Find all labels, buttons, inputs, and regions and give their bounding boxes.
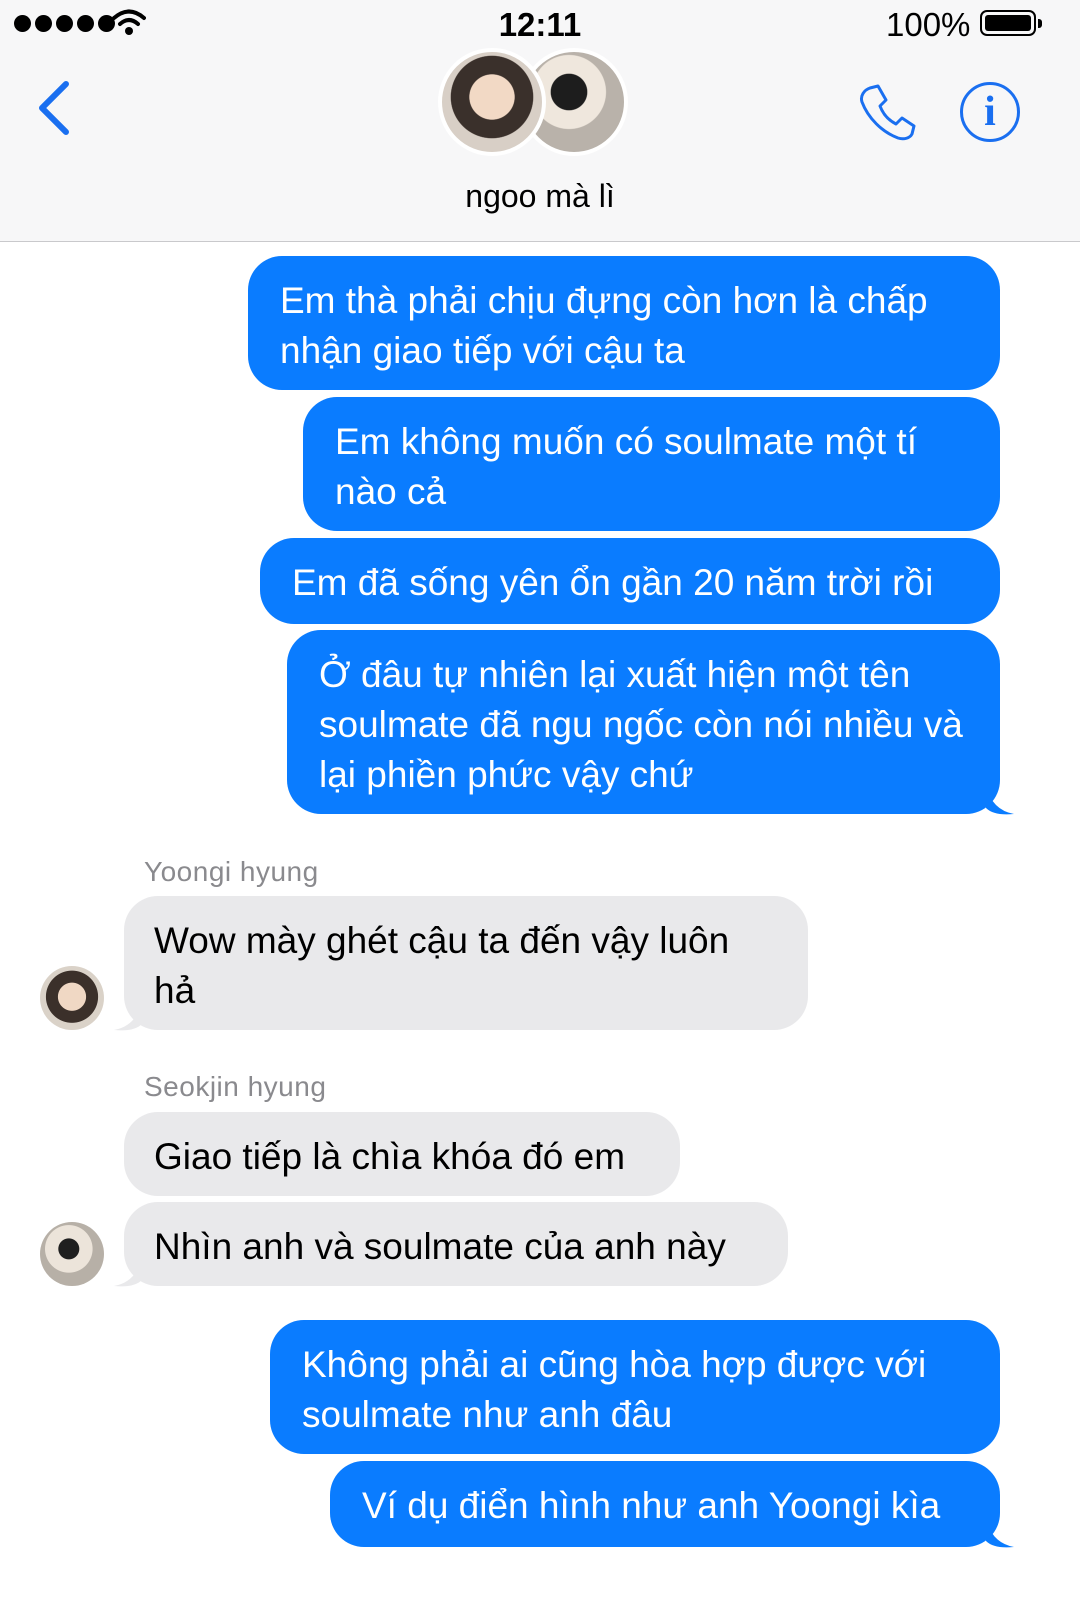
bubble-tail bbox=[114, 1002, 142, 1031]
battery-icon bbox=[980, 10, 1042, 36]
bubble-tail bbox=[114, 1258, 142, 1287]
incoming-message[interactable]: Giao tiếp là chìa khóa đó em bbox=[124, 1112, 680, 1196]
outgoing-message[interactable]: Em không muốn có soulmate một tí nào cả bbox=[303, 397, 1000, 531]
phone-icon[interactable] bbox=[856, 82, 918, 144]
outgoing-message[interactable]: Em đã sống yên ổn gần 20 năm trời rồi bbox=[260, 538, 1000, 624]
incoming-message[interactable]: Nhìn anh và soulmate của anh này bbox=[124, 1202, 788, 1286]
sender-name: Yoongi hyung bbox=[144, 856, 319, 887]
group-name[interactable]: ngoo mà lì bbox=[0, 178, 1080, 215]
battery-percent: 100% bbox=[886, 6, 971, 43]
outgoing-message[interactable]: Không phải ai cũng hòa hợp được với soul… bbox=[270, 1320, 1000, 1454]
chevron-left-icon[interactable] bbox=[30, 78, 80, 138]
avatar[interactable] bbox=[40, 1222, 104, 1286]
sender-name: Seokjin hyung bbox=[144, 1071, 327, 1102]
group-avatar-yoongi[interactable] bbox=[438, 48, 546, 156]
bubble-tail bbox=[986, 1519, 1014, 1548]
outgoing-message[interactable]: Ví dụ điển hình như anh Yoongi kìa bbox=[330, 1461, 1000, 1547]
outgoing-message[interactable]: Em thà phải chịu đựng còn hơn là chấp nh… bbox=[248, 256, 1000, 390]
outgoing-message[interactable]: Ở đâu tự nhiên lại xuất hiện một tên sou… bbox=[287, 630, 1000, 814]
avatar[interactable] bbox=[40, 966, 104, 1030]
incoming-message[interactable]: Wow mày ghét cậu ta đến vậy luôn hả bbox=[124, 896, 808, 1030]
status-bar: 12:11 100% bbox=[0, 0, 1080, 48]
bubble-tail bbox=[986, 786, 1014, 815]
info-icon[interactable]: i bbox=[960, 82, 1020, 142]
